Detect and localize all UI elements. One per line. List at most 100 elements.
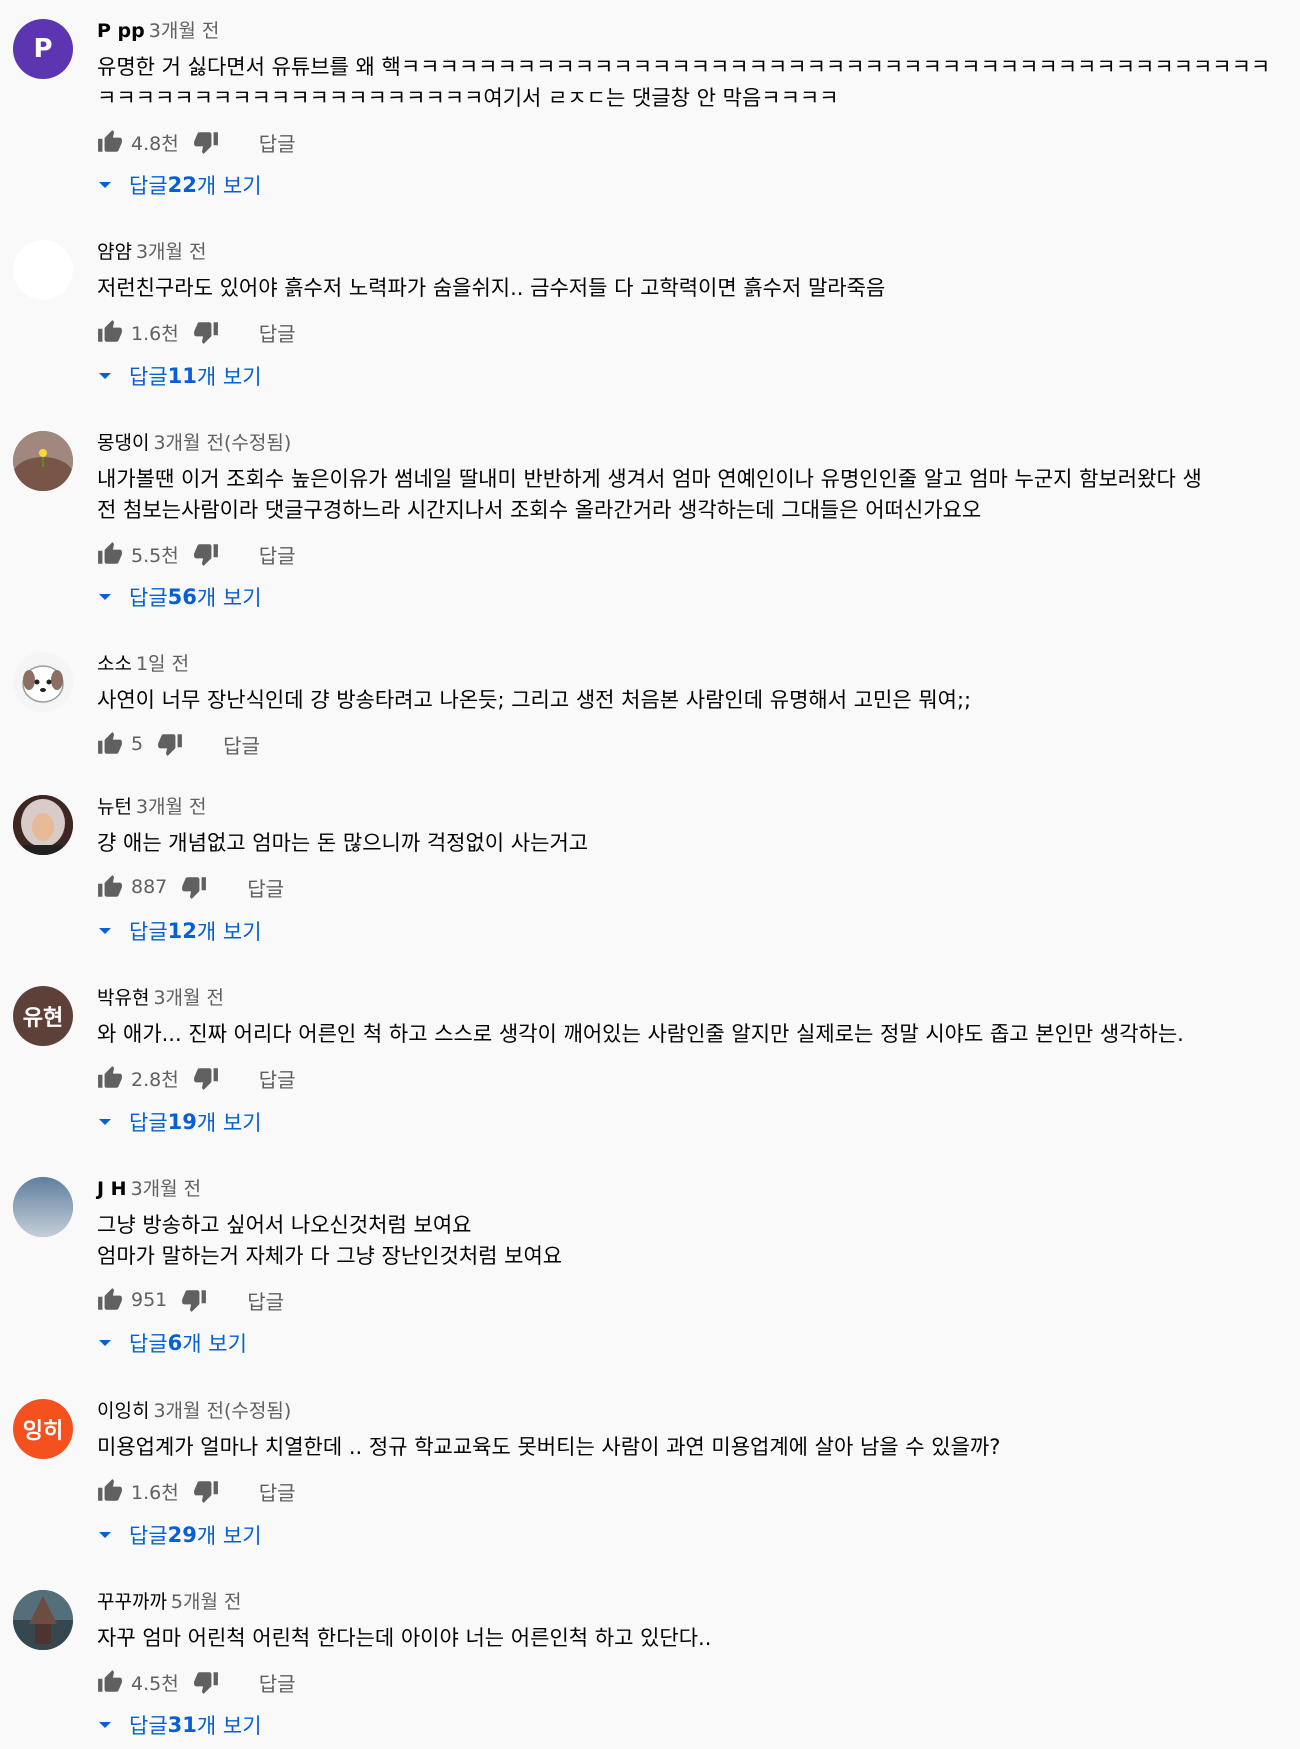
comment-actions: 1.6천 답글: [97, 1476, 296, 1506]
replies-count: 19: [167, 1110, 197, 1134]
author-name[interactable]: 꾸꾸까까: [97, 1591, 167, 1613]
view-replies-button[interactable]: 답글 56 개 보기: [97, 582, 262, 612]
author-name[interactable]: 몽댕이: [97, 432, 149, 454]
reply-button[interactable]: 답글: [259, 540, 296, 569]
comment-actions: 5.5천 답글: [97, 539, 296, 569]
avatar-photo: [13, 1177, 73, 1237]
reply-button[interactable]: 답글: [259, 318, 296, 347]
view-replies-button[interactable]: 답글 6 개 보기: [97, 1328, 247, 1358]
replies-label-suffix: 개 보기: [196, 1111, 262, 1135]
reply-button[interactable]: 답글: [247, 1286, 284, 1315]
author-name[interactable]: P pp: [97, 20, 145, 42]
avatar[interactable]: [13, 431, 73, 491]
thumbs-up-icon[interactable]: [97, 1287, 123, 1313]
comment-text: 사연이 너무 장난식인데 걍 방송타려고 나온듯; 그리고 생전 처음본 사람인…: [97, 688, 972, 712]
thumbs-down-icon[interactable]: [193, 1065, 219, 1091]
replies-label-prefix: 답글: [129, 1714, 168, 1738]
like-count: 4.5천: [131, 1672, 179, 1695]
thumbs-up-icon[interactable]: [97, 731, 123, 757]
avatar[interactable]: 잉히: [13, 1399, 73, 1459]
replies-label-prefix: 답글: [129, 365, 168, 389]
comment-header: J H 3개월 전: [97, 1177, 201, 1201]
comment-time[interactable]: 5개월 전: [171, 1591, 242, 1613]
avatar[interactable]: P: [13, 19, 73, 79]
reply-button[interactable]: 답글: [259, 1477, 296, 1506]
comment-header: 이잉히 3개월 전(수정됨): [97, 1399, 291, 1423]
thumbs-down-icon[interactable]: [193, 541, 219, 567]
replies-label-prefix: 답글: [129, 1524, 168, 1548]
comment-header: 얌얌 3개월 전: [97, 240, 207, 264]
like-count: 951: [131, 1289, 168, 1311]
replies-count: 31: [167, 1713, 197, 1737]
comment-time[interactable]: 3개월 전: [136, 241, 207, 263]
reply-button[interactable]: 답글: [259, 1064, 296, 1093]
avatar-letter: 유현: [22, 1006, 64, 1031]
thumbs-up-icon[interactable]: [97, 319, 123, 345]
reply-button[interactable]: 답글: [247, 873, 284, 902]
thumbs-down-icon[interactable]: [181, 1287, 207, 1313]
thumbs-down-icon[interactable]: [193, 129, 219, 155]
caret-down-icon: [97, 177, 113, 193]
like-count: 1.6천: [131, 1481, 179, 1504]
author-name[interactable]: 이잉히: [97, 1400, 149, 1422]
thumbs-down-icon[interactable]: [193, 319, 219, 345]
view-replies-button[interactable]: 답글 22 개 보기: [97, 170, 262, 200]
comment-time[interactable]: 3개월 전(수정됨): [153, 1400, 291, 1422]
comment-text: 유명한 거 싫다면서 유튜브를 왜 핵ㅋㅋㅋㅋㅋㅋㅋㅋㅋㅋㅋㅋㅋㅋㅋㅋㅋㅋㅋㅋㅋ…: [97, 55, 1271, 110]
reply-button[interactable]: 답글: [259, 1668, 296, 1697]
avatar-photo: [13, 1590, 73, 1650]
thumbs-up-icon[interactable]: [97, 1478, 123, 1504]
comments-section: P P pp 3개월 전 유명한 거 싫다면서 유튜브를 왜 핵ㅋㅋㅋㅋㅋㅋㅋㅋㅋ…: [0, 0, 1300, 1749]
avatar[interactable]: [13, 1590, 73, 1650]
thumbs-up-icon[interactable]: [97, 541, 123, 567]
thumbs-up-icon[interactable]: [97, 1065, 123, 1091]
comment-time[interactable]: 3개월 전: [153, 987, 224, 1009]
author-name[interactable]: 얌얌: [97, 241, 132, 263]
caret-down-icon: [97, 1114, 113, 1130]
view-replies-button[interactable]: 답글 31 개 보기: [97, 1710, 262, 1740]
replies-label-prefix: 답글: [129, 1332, 168, 1356]
view-replies-button[interactable]: 답글 19 개 보기: [97, 1107, 262, 1137]
thumbs-up-icon[interactable]: [97, 129, 123, 155]
comment-time[interactable]: 3개월 전: [131, 1178, 202, 1200]
replies-label-prefix: 답글: [129, 920, 168, 944]
caret-down-icon: [97, 1717, 113, 1733]
thumbs-down-icon[interactable]: [193, 1669, 219, 1695]
like-count: 2.8천: [131, 1068, 179, 1091]
caret-down-icon: [97, 1527, 113, 1543]
comment-header: 소소 1일 전: [97, 652, 189, 676]
view-replies-button[interactable]: 답글 12 개 보기: [97, 916, 262, 946]
comment-time[interactable]: 3개월 전(수정됨): [153, 432, 291, 454]
comment-actions: 4.8천 답글: [97, 127, 296, 157]
reply-button[interactable]: 답글: [223, 730, 260, 759]
comment-time[interactable]: 1일 전: [136, 653, 189, 675]
avatar[interactable]: [13, 240, 73, 300]
author-name[interactable]: 뉴턴: [97, 796, 132, 818]
comment-time[interactable]: 3개월 전: [136, 796, 207, 818]
author-name[interactable]: 박유현: [97, 987, 149, 1009]
reply-button[interactable]: 답글: [259, 128, 296, 157]
comment-header: 박유현 3개월 전: [97, 986, 224, 1010]
author-name[interactable]: 소소: [97, 653, 132, 675]
comment-actions: 887 답글: [97, 872, 284, 902]
avatar[interactable]: [13, 652, 73, 712]
avatar[interactable]: [13, 795, 73, 855]
avatar[interactable]: [13, 1177, 73, 1237]
replies-count: 56: [167, 585, 197, 609]
author-name[interactable]: J H: [97, 1178, 127, 1200]
thumbs-down-icon[interactable]: [181, 874, 207, 900]
thumbs-down-icon[interactable]: [157, 731, 183, 757]
view-replies-button[interactable]: 답글 29 개 보기: [97, 1520, 262, 1550]
caret-down-icon: [97, 1335, 113, 1351]
thumbs-up-icon[interactable]: [97, 874, 123, 900]
thumbs-up-icon[interactable]: [97, 1669, 123, 1695]
view-replies-button[interactable]: 답글 11 개 보기: [97, 361, 262, 391]
replies-label-suffix: 개 보기: [196, 1714, 262, 1738]
avatar[interactable]: 유현: [13, 986, 73, 1046]
thumbs-down-icon[interactable]: [193, 1478, 219, 1504]
comment-text: 내가볼땐 이거 조회수 높은이유가 썸네일 딸내미 반반하게 생겨서 엄마 연예…: [97, 467, 1202, 522]
like-count: 887: [131, 876, 168, 898]
comment-time[interactable]: 3개월 전: [149, 20, 220, 42]
comment-actions: 4.5천 답글: [97, 1667, 296, 1697]
replies-count: 12: [167, 919, 197, 943]
